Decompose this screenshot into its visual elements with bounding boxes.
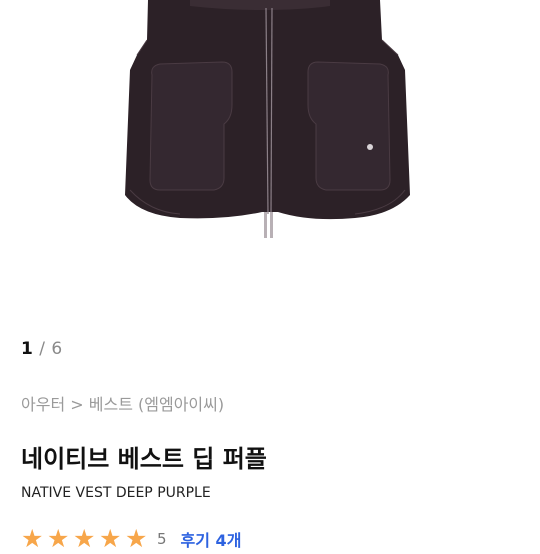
breadcrumb: 아우터 > 베스트 (엠엠아이씨) <box>21 394 224 416</box>
rating-stars: ★ ★ ★ ★ ★ <box>21 526 151 552</box>
star-icon: ★ <box>73 524 96 553</box>
star-icon: ★ <box>21 524 44 553</box>
vest-illustration <box>125 0 410 238</box>
star-icon: ★ <box>99 524 122 553</box>
product-subtitle: NATIVE VEST DEEP PURPLE <box>21 485 211 501</box>
product-title: 네이티브 베스트 딥 퍼플 <box>21 445 267 473</box>
breadcrumb-separator: > <box>70 395 84 414</box>
right-pocket <box>307 61 391 191</box>
pager-current: 1 <box>21 339 34 359</box>
star-icon: ★ <box>125 524 148 553</box>
pager-separator: / <box>39 339 46 359</box>
left-pocket <box>149 61 233 191</box>
star-icon: ★ <box>47 524 70 553</box>
pager-total: 6 <box>51 339 63 359</box>
product-image[interactable] <box>0 0 540 318</box>
breadcrumb-category[interactable]: 아우터 <box>21 395 65 414</box>
image-pager: 1 / 6 <box>21 338 63 360</box>
breadcrumb-brand[interactable]: (엠엠아이씨) <box>138 395 224 414</box>
rating-score: 5 <box>157 530 167 548</box>
review-count-link[interactable]: 후기 4개 <box>181 527 242 551</box>
breadcrumb-subcategory[interactable]: 베스트 <box>89 395 133 414</box>
rating-row: ★ ★ ★ ★ ★ 5 후기 4개 <box>21 524 241 554</box>
